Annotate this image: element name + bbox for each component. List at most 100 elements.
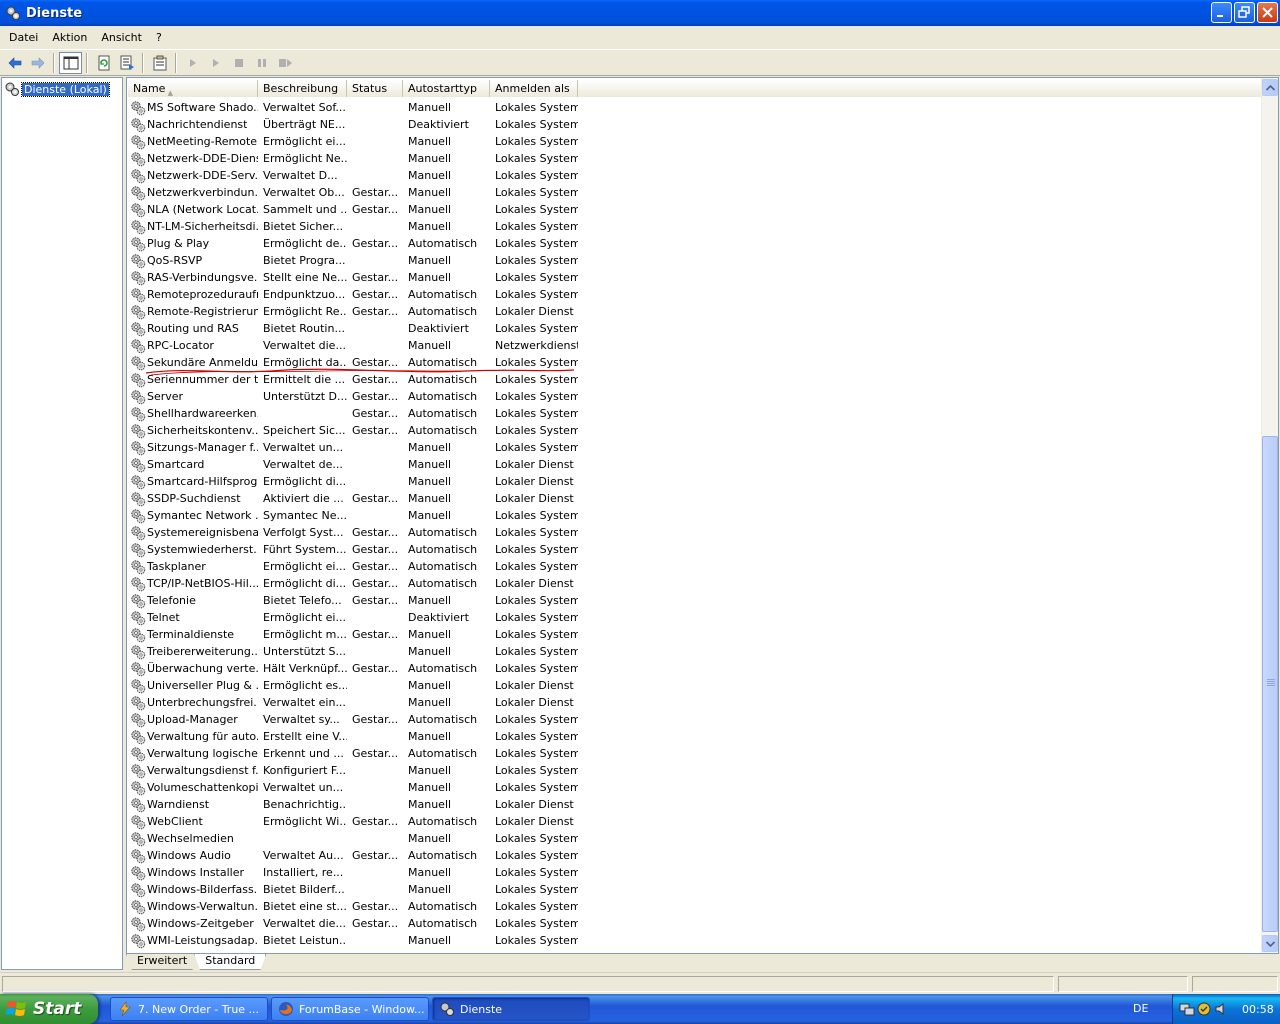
back-arrow-icon (8, 56, 21, 69)
export-list-button[interactable] (115, 52, 138, 74)
startup-type-cell: Automatisch (408, 407, 478, 420)
table-row[interactable]: Netzwerk-DDE-Dienst Ermöglicht Ne... Manue… (128, 150, 1263, 167)
network-icon[interactable] (1179, 1001, 1195, 1017)
table-row[interactable]: QoS-RSVP Bietet Progra... Manuell Lokales S… (128, 252, 1263, 269)
table-row[interactable]: Sekundäre Anmeldung Ermöglicht da... Gesta… (128, 354, 1263, 371)
table-row[interactable]: RAS-Verbindungsve... Stellt eine Ne... Ges… (128, 269, 1263, 286)
table-row[interactable]: SSDP-Suchdienst Aktiviert die ... Gestar..… (128, 490, 1263, 507)
start-button[interactable]: Start (0, 994, 98, 1024)
table-row[interactable]: TCP/IP-NetBIOS-Hil... Ermöglicht di... Ges… (128, 575, 1263, 592)
table-row[interactable]: Sicherheitskontenv... Speichert Sic... Ges… (128, 422, 1263, 439)
vertical-scrollbar[interactable] (1261, 78, 1278, 953)
title-bar[interactable]: Dienste (0, 0, 1280, 26)
taskbar-item-winamp[interactable]: 7. New Order - True ... (110, 997, 268, 1021)
menu-datei[interactable]: Datei (2, 26, 45, 50)
service-name: WMI-Leistungsadap... (147, 934, 258, 947)
table-row[interactable]: RPC-Locator Verwaltet die... Manuell Netzwe… (128, 337, 1263, 354)
close-button[interactable] (1257, 2, 1278, 23)
table-row[interactable]: NT-LM-Sicherheitsdi... Bietet Sicher... Ma… (128, 218, 1263, 235)
table-row[interactable]: Terminaldienste Ermöglicht m... Gestar... M… (128, 626, 1263, 643)
table-row[interactable]: Sitzungs-Manager f... Verwaltet un... Manu… (128, 439, 1263, 456)
table-row[interactable]: Telefonie Bietet Telefo... Gestar... Manuel… (128, 592, 1263, 609)
table-row[interactable]: Systemereignisbena... Verfolgt Syst... Ges… (128, 524, 1263, 541)
menu-help[interactable]: ? (149, 26, 169, 50)
table-row[interactable]: Windows Audio Verwaltet Au... Gestar... Aut… (128, 847, 1263, 864)
scroll-up-button[interactable] (1262, 79, 1278, 96)
table-row[interactable]: Telnet Ermöglicht ei... Deaktiviert Lokales… (128, 609, 1263, 626)
column-header-status[interactable]: Status (347, 80, 403, 97)
table-row[interactable]: Warndienst Benachrichtig... Manuell Lokaler… (128, 796, 1263, 813)
table-row[interactable]: Remote-Registrierung Ermöglicht Re... Gest… (128, 303, 1263, 320)
table-row[interactable]: Upload-Manager Verwaltet sy... Gestar... Au… (128, 711, 1263, 728)
properties-button[interactable] (148, 52, 171, 74)
column-header-startup-type[interactable]: Autostarttyp (403, 80, 490, 97)
taskbar-item-firefox[interactable]: ForumBase - Window... (271, 997, 429, 1021)
table-row[interactable]: Treibererweiterung... Unterstützt S... Man… (128, 643, 1263, 660)
pause-service-button[interactable] (250, 52, 273, 74)
table-row[interactable]: Windows-Bilderfass... Bietet Bilderf... Ma… (128, 881, 1263, 898)
name-cell: Sekundäre Anmeldung (128, 354, 258, 371)
restore-button[interactable] (1234, 2, 1255, 23)
description-cell: Ermöglicht di... (263, 577, 347, 590)
tree-item-services-local[interactable]: Dienste (Lokal) (4, 81, 110, 97)
table-row[interactable]: WMI-Leistungsadap... Bietet Leistun... Man… (128, 932, 1263, 949)
log-on-as-cell: Lokales System (495, 186, 578, 199)
table-row[interactable]: Symantec Network ... Symantec Ne... Manuel… (128, 507, 1263, 524)
table-row[interactable]: WebClient Ermöglicht Wi... Gestar... Automa… (128, 813, 1263, 830)
speaker-icon[interactable] (1213, 1001, 1229, 1017)
table-row[interactable]: Überwachung verte... Hält Verknüpf... Gest… (128, 660, 1263, 677)
table-row[interactable]: Remoteprozeduraufr... Endpunktzuo... Gesta… (128, 286, 1263, 303)
menu-aktion[interactable]: Aktion (45, 26, 94, 50)
table-row[interactable]: Plug & Play Ermöglicht de... Gestar... Auto… (128, 235, 1263, 252)
table-row[interactable]: Netzwerkverbindun... Verwaltet Ob... Gesta… (128, 184, 1263, 201)
refresh-button[interactable] (92, 52, 115, 74)
language-indicator[interactable]: DE (1133, 1002, 1148, 1015)
description-cell (258, 830, 347, 847)
table-row[interactable]: NLA (Network Locat... Sammelt und ... Gest… (128, 201, 1263, 218)
table-row[interactable]: Seriennummer der t... Ermittelt die ... Ge… (128, 371, 1263, 388)
table-row[interactable]: Verwaltung logische... Erkennt und ... Ges… (128, 745, 1263, 762)
table-row[interactable]: Verwaltungsdienst f... Konfiguriert F... M… (128, 762, 1263, 779)
services-gear-icon (6, 6, 20, 20)
show-hide-tree-button[interactable] (59, 51, 82, 74)
table-row[interactable]: Netzwerk-DDE-Serv... Verwaltet D... Manuel… (128, 167, 1263, 184)
name-cell: Volumeschattenkopie (128, 779, 258, 796)
menu-ansicht[interactable]: Ansicht (94, 26, 149, 50)
start-service-button[interactable] (181, 52, 204, 74)
log-on-as-cell: Lokales System (495, 764, 578, 777)
column-header-description[interactable]: Beschreibung (258, 80, 347, 97)
start-service-alt-button[interactable] (204, 52, 227, 74)
table-row[interactable]: Volumeschattenkopie Verwaltet un... Manuel… (128, 779, 1263, 796)
table-row[interactable]: MS Software Shado... Verwaltet Sof... Manu… (128, 99, 1263, 116)
taskbar-item-dienste[interactable]: Dienste (432, 997, 590, 1021)
table-row[interactable]: Server Unterstützt D... Gestar... Automatis… (128, 388, 1263, 405)
table-row[interactable]: Shellhardwareerken... Gestar... Automatisc… (128, 405, 1263, 422)
column-header-log-on-as[interactable]: Anmelden als (490, 80, 578, 97)
minimize-button[interactable] (1211, 2, 1232, 23)
column-header-name[interactable]: Name ▲ (128, 80, 258, 97)
table-row[interactable]: Routing und RAS Bietet Routin... Deaktivie… (128, 320, 1263, 337)
table-row[interactable]: Wechselmedien Manuell Lokales System (128, 830, 1263, 847)
stop-service-button[interactable] (227, 52, 250, 74)
scroll-thumb[interactable] (1262, 436, 1278, 932)
security-icon[interactable] (1196, 1001, 1212, 1017)
table-row[interactable]: Systemwiederherst... Führt System... Gesta… (128, 541, 1263, 558)
table-row[interactable]: Unterbrechungsfrei... Verwaltet ein... Man… (128, 694, 1263, 711)
back-button[interactable] (3, 52, 26, 74)
table-row[interactable]: Taskplaner Ermöglicht ei... Gestar... Autom… (128, 558, 1263, 575)
table-row[interactable]: Verwaltung für auto... Erstellt eine V...… (128, 728, 1263, 745)
table-row[interactable]: Windows-Zeitgeber Verwaltet die... Gestar.… (128, 915, 1263, 932)
table-row[interactable]: Smartcard-Hilfsprog... Ermöglicht di... Ma… (128, 473, 1263, 490)
table-row[interactable]: Universeller Plug & ... Ermöglicht es... M… (128, 677, 1263, 694)
table-row[interactable]: NetMeeting-Remote... Ermöglicht ei... Manu… (128, 133, 1263, 150)
tab-erweitert[interactable]: Erweitert (126, 954, 199, 970)
clock[interactable]: 00:58 (1242, 1003, 1274, 1016)
scroll-down-button[interactable] (1262, 935, 1278, 952)
tab-standard[interactable]: Standard (194, 954, 267, 970)
forward-button[interactable] (26, 52, 49, 74)
table-row[interactable]: Windows Installer Installiert, re... Manue… (128, 864, 1263, 881)
restart-service-button[interactable] (273, 52, 296, 74)
table-row[interactable]: Windows-Verwaltun... Bietet eine st... Ges… (128, 898, 1263, 915)
table-row[interactable]: Smartcard Verwaltet de... Manuell Lokaler D… (128, 456, 1263, 473)
table-row[interactable]: Nachrichtendienst Überträgt NE... Deaktivi… (128, 116, 1263, 133)
